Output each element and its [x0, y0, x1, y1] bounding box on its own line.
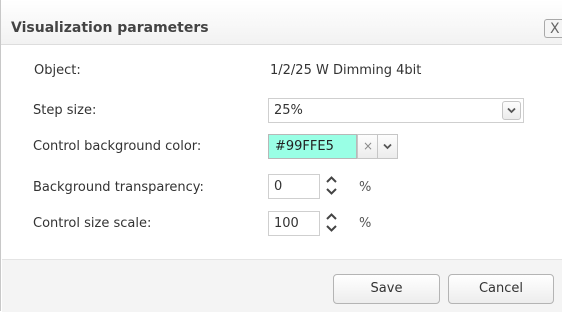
- object-label: Object:: [34, 63, 81, 78]
- step-size-label: Step size:: [33, 103, 97, 118]
- bg-color-value: #99FFE5: [275, 139, 334, 154]
- clear-x-icon: ×: [363, 139, 374, 153]
- size-scale-input[interactable]: 100: [268, 211, 320, 236]
- dialog-title: Visualization parameters: [11, 20, 209, 36]
- bg-transparency-label: Background transparency:: [33, 180, 204, 195]
- bg-color-field[interactable]: #99FFE5: [268, 134, 357, 159]
- dialog-titlebar: Visualization parameters X: [1, 0, 562, 45]
- bg-color-clear-button[interactable]: ×: [357, 134, 378, 159]
- bg-transparency-unit: %: [359, 180, 372, 195]
- dialog-footer: Save Cancel: [2, 259, 562, 312]
- spinner-up-icon[interactable]: [325, 212, 338, 221]
- bg-color-dropdown-button[interactable]: [378, 134, 398, 159]
- size-scale-spinner[interactable]: [323, 211, 341, 236]
- step-size-select[interactable]: 25%: [268, 98, 524, 123]
- spinner-up-icon[interactable]: [325, 175, 338, 184]
- chevron-down-icon: [383, 143, 392, 150]
- save-button[interactable]: Save: [333, 274, 440, 304]
- spinner-down-icon[interactable]: [325, 187, 338, 196]
- size-scale-label: Control size scale:: [33, 216, 152, 231]
- bg-transparency-input[interactable]: 0: [268, 174, 320, 199]
- bg-transparency-spinner[interactable]: [323, 174, 341, 199]
- visualization-parameters-dialog: Visualization parameters X Object: 1/2/2…: [0, 0, 562, 312]
- spinner-down-icon[interactable]: [325, 224, 338, 233]
- bg-transparency-value: 0: [274, 179, 283, 194]
- size-scale-value: 100: [274, 216, 299, 231]
- close-button[interactable]: X: [544, 19, 562, 38]
- cancel-button[interactable]: Cancel: [448, 274, 554, 304]
- object-value: 1/2/25 W Dimming 4bit: [270, 63, 422, 78]
- bg-color-label: Control background color:: [33, 139, 202, 154]
- size-scale-unit: %: [359, 216, 372, 231]
- chevron-down-icon: [507, 107, 516, 114]
- step-size-value: 25%: [274, 103, 303, 118]
- close-icon: X: [550, 21, 560, 37]
- step-size-dropdown-button[interactable]: [502, 101, 521, 120]
